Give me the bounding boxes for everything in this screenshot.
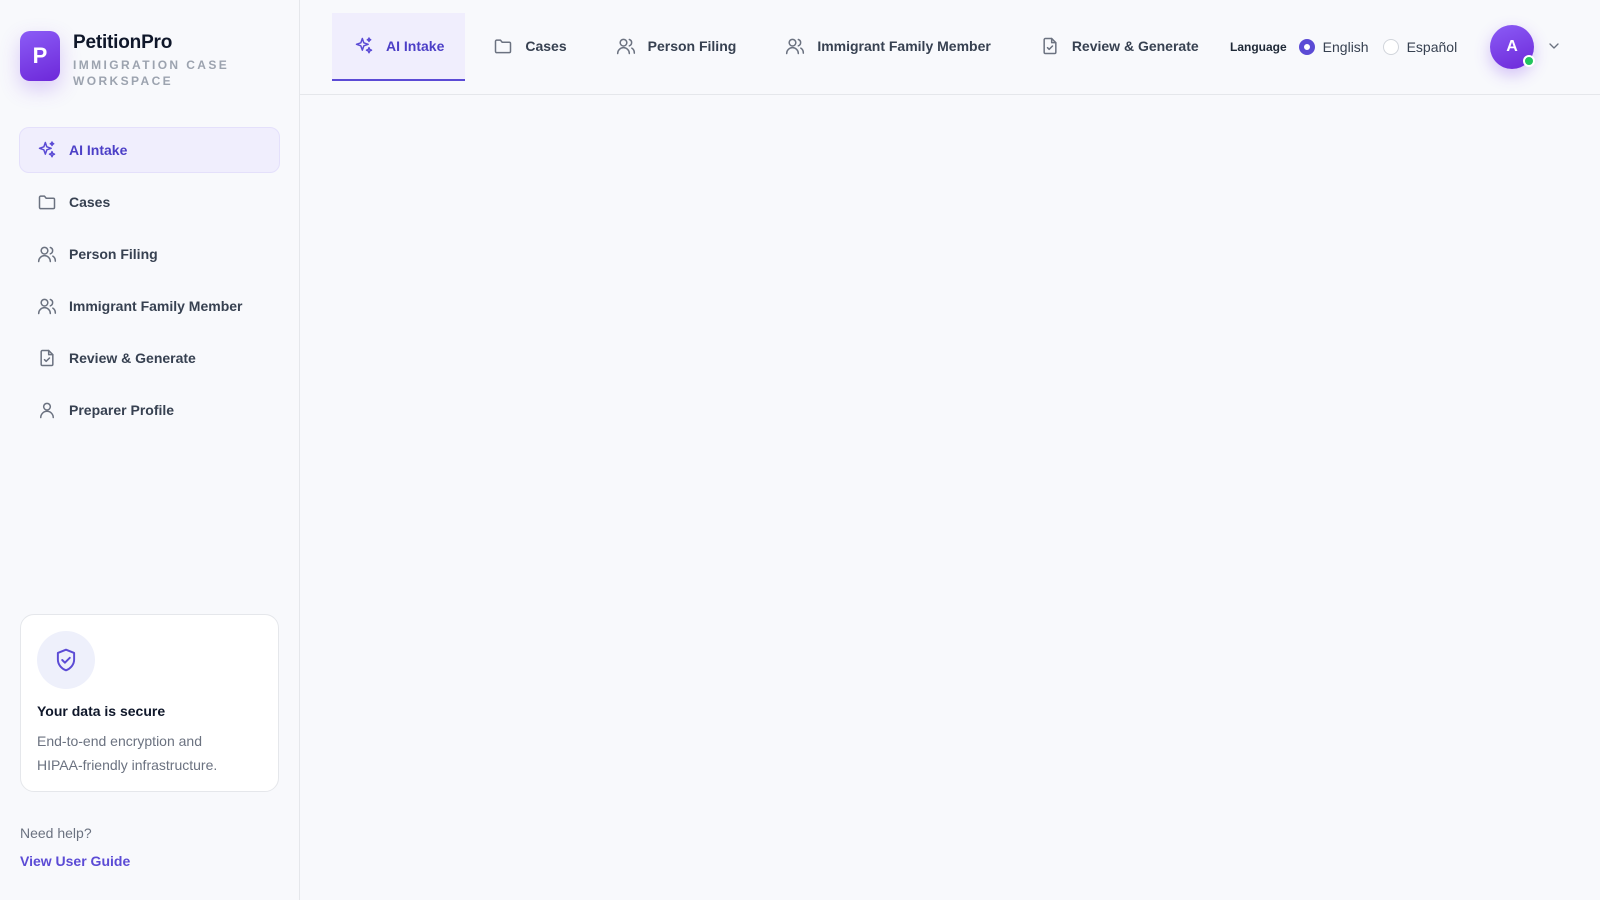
sidebar-item-ai-intake[interactable]: AI Intake	[19, 127, 280, 173]
sidebar-item-label: Person Filing	[69, 246, 158, 262]
tab-ai-intake[interactable]: AI Intake	[332, 13, 466, 81]
users-icon	[36, 243, 58, 265]
language-selector: Language English Español	[1230, 36, 1471, 58]
sidebar-item-label: Review & Generate	[69, 350, 196, 366]
brand-logo[interactable]: P	[20, 31, 60, 81]
users-icon	[784, 35, 806, 57]
brand-subtitle: Immigration Case Workspace	[73, 58, 230, 88]
file-check-icon	[1039, 35, 1061, 57]
chevron-down-icon[interactable]	[1546, 38, 1562, 54]
tab-label: Person Filing	[647, 38, 737, 54]
sidebar-item-person-filing[interactable]: Person Filing	[19, 231, 280, 277]
users-icon	[615, 35, 637, 57]
shield-check-icon	[37, 631, 95, 689]
sidebar-item-review-generate[interactable]: Review & Generate	[19, 335, 280, 381]
file-check-icon	[36, 347, 58, 369]
online-status-dot	[1523, 55, 1535, 67]
top-tabs: AI Intake Cases Person Filing Immigrant …	[332, 13, 1226, 81]
language-option-espanol[interactable]: Español	[1382, 39, 1458, 55]
help-text: Need help?	[20, 825, 92, 841]
sidebar: P PetitionPro Immigration Case Workspace…	[0, 0, 300, 900]
tab-review-generate[interactable]: Review & Generate	[1018, 13, 1220, 81]
tab-label: Cases	[525, 38, 567, 54]
security-card: Your data is secure End-to-end encryptio…	[20, 614, 279, 792]
language-option-label: Español	[1406, 39, 1458, 55]
brand-text: PetitionPro Immigration Case Workspace	[73, 31, 233, 89]
top-bar: AI Intake Cases Person Filing Immigrant …	[300, 0, 1600, 95]
sidebar-item-immigrant-family-member[interactable]: Immigrant Family Member	[19, 283, 280, 329]
tab-cases[interactable]: Cases	[471, 13, 587, 81]
avatar-initial: A	[1506, 38, 1518, 55]
folder-icon	[492, 35, 514, 57]
language-option-english[interactable]: English	[1298, 39, 1369, 55]
folder-icon	[36, 191, 58, 213]
security-card-title: Your data is secure	[37, 703, 166, 719]
user-icon	[36, 399, 58, 421]
sidebar-item-label: Cases	[69, 194, 111, 210]
tab-label: Review & Generate	[1071, 38, 1199, 54]
tab-label: Immigrant Family Member	[817, 38, 991, 54]
language-option-label: English	[1322, 39, 1369, 55]
sidebar-item-label: Preparer Profile	[69, 402, 175, 418]
radio-unchecked-icon[interactable]	[1382, 39, 1399, 55]
tab-person-filing[interactable]: Person Filing	[594, 13, 758, 81]
view-user-guide-link[interactable]: View User Guide	[20, 853, 130, 869]
sidebar-item-cases[interactable]: Cases	[19, 179, 280, 225]
language-label: Language	[1230, 40, 1287, 54]
tab-immigrant-family-member[interactable]: Immigrant Family Member	[763, 13, 1012, 81]
brand[interactable]: P PetitionPro Immigration Case Workspace	[20, 31, 233, 89]
sidebar-nav: AI Intake Cases Person Filing Immigrant …	[19, 127, 280, 439]
sidebar-item-label: Immigrant Family Member	[69, 298, 243, 314]
radio-checked-icon[interactable]	[1298, 39, 1315, 55]
sparkles-icon	[36, 139, 58, 161]
sparkles-icon	[353, 35, 375, 57]
sidebar-item-label: AI Intake	[69, 142, 128, 158]
security-card-description: End-to-end encryption and HIPAA-friendly…	[37, 733, 218, 773]
main-content	[300, 95, 1600, 900]
brand-name: PetitionPro	[73, 32, 173, 53]
users-icon	[36, 295, 58, 317]
tab-label: AI Intake	[386, 38, 445, 54]
user-avatar[interactable]: A	[1490, 25, 1535, 69]
sidebar-item-preparer-profile[interactable]: Preparer Profile	[19, 387, 280, 433]
